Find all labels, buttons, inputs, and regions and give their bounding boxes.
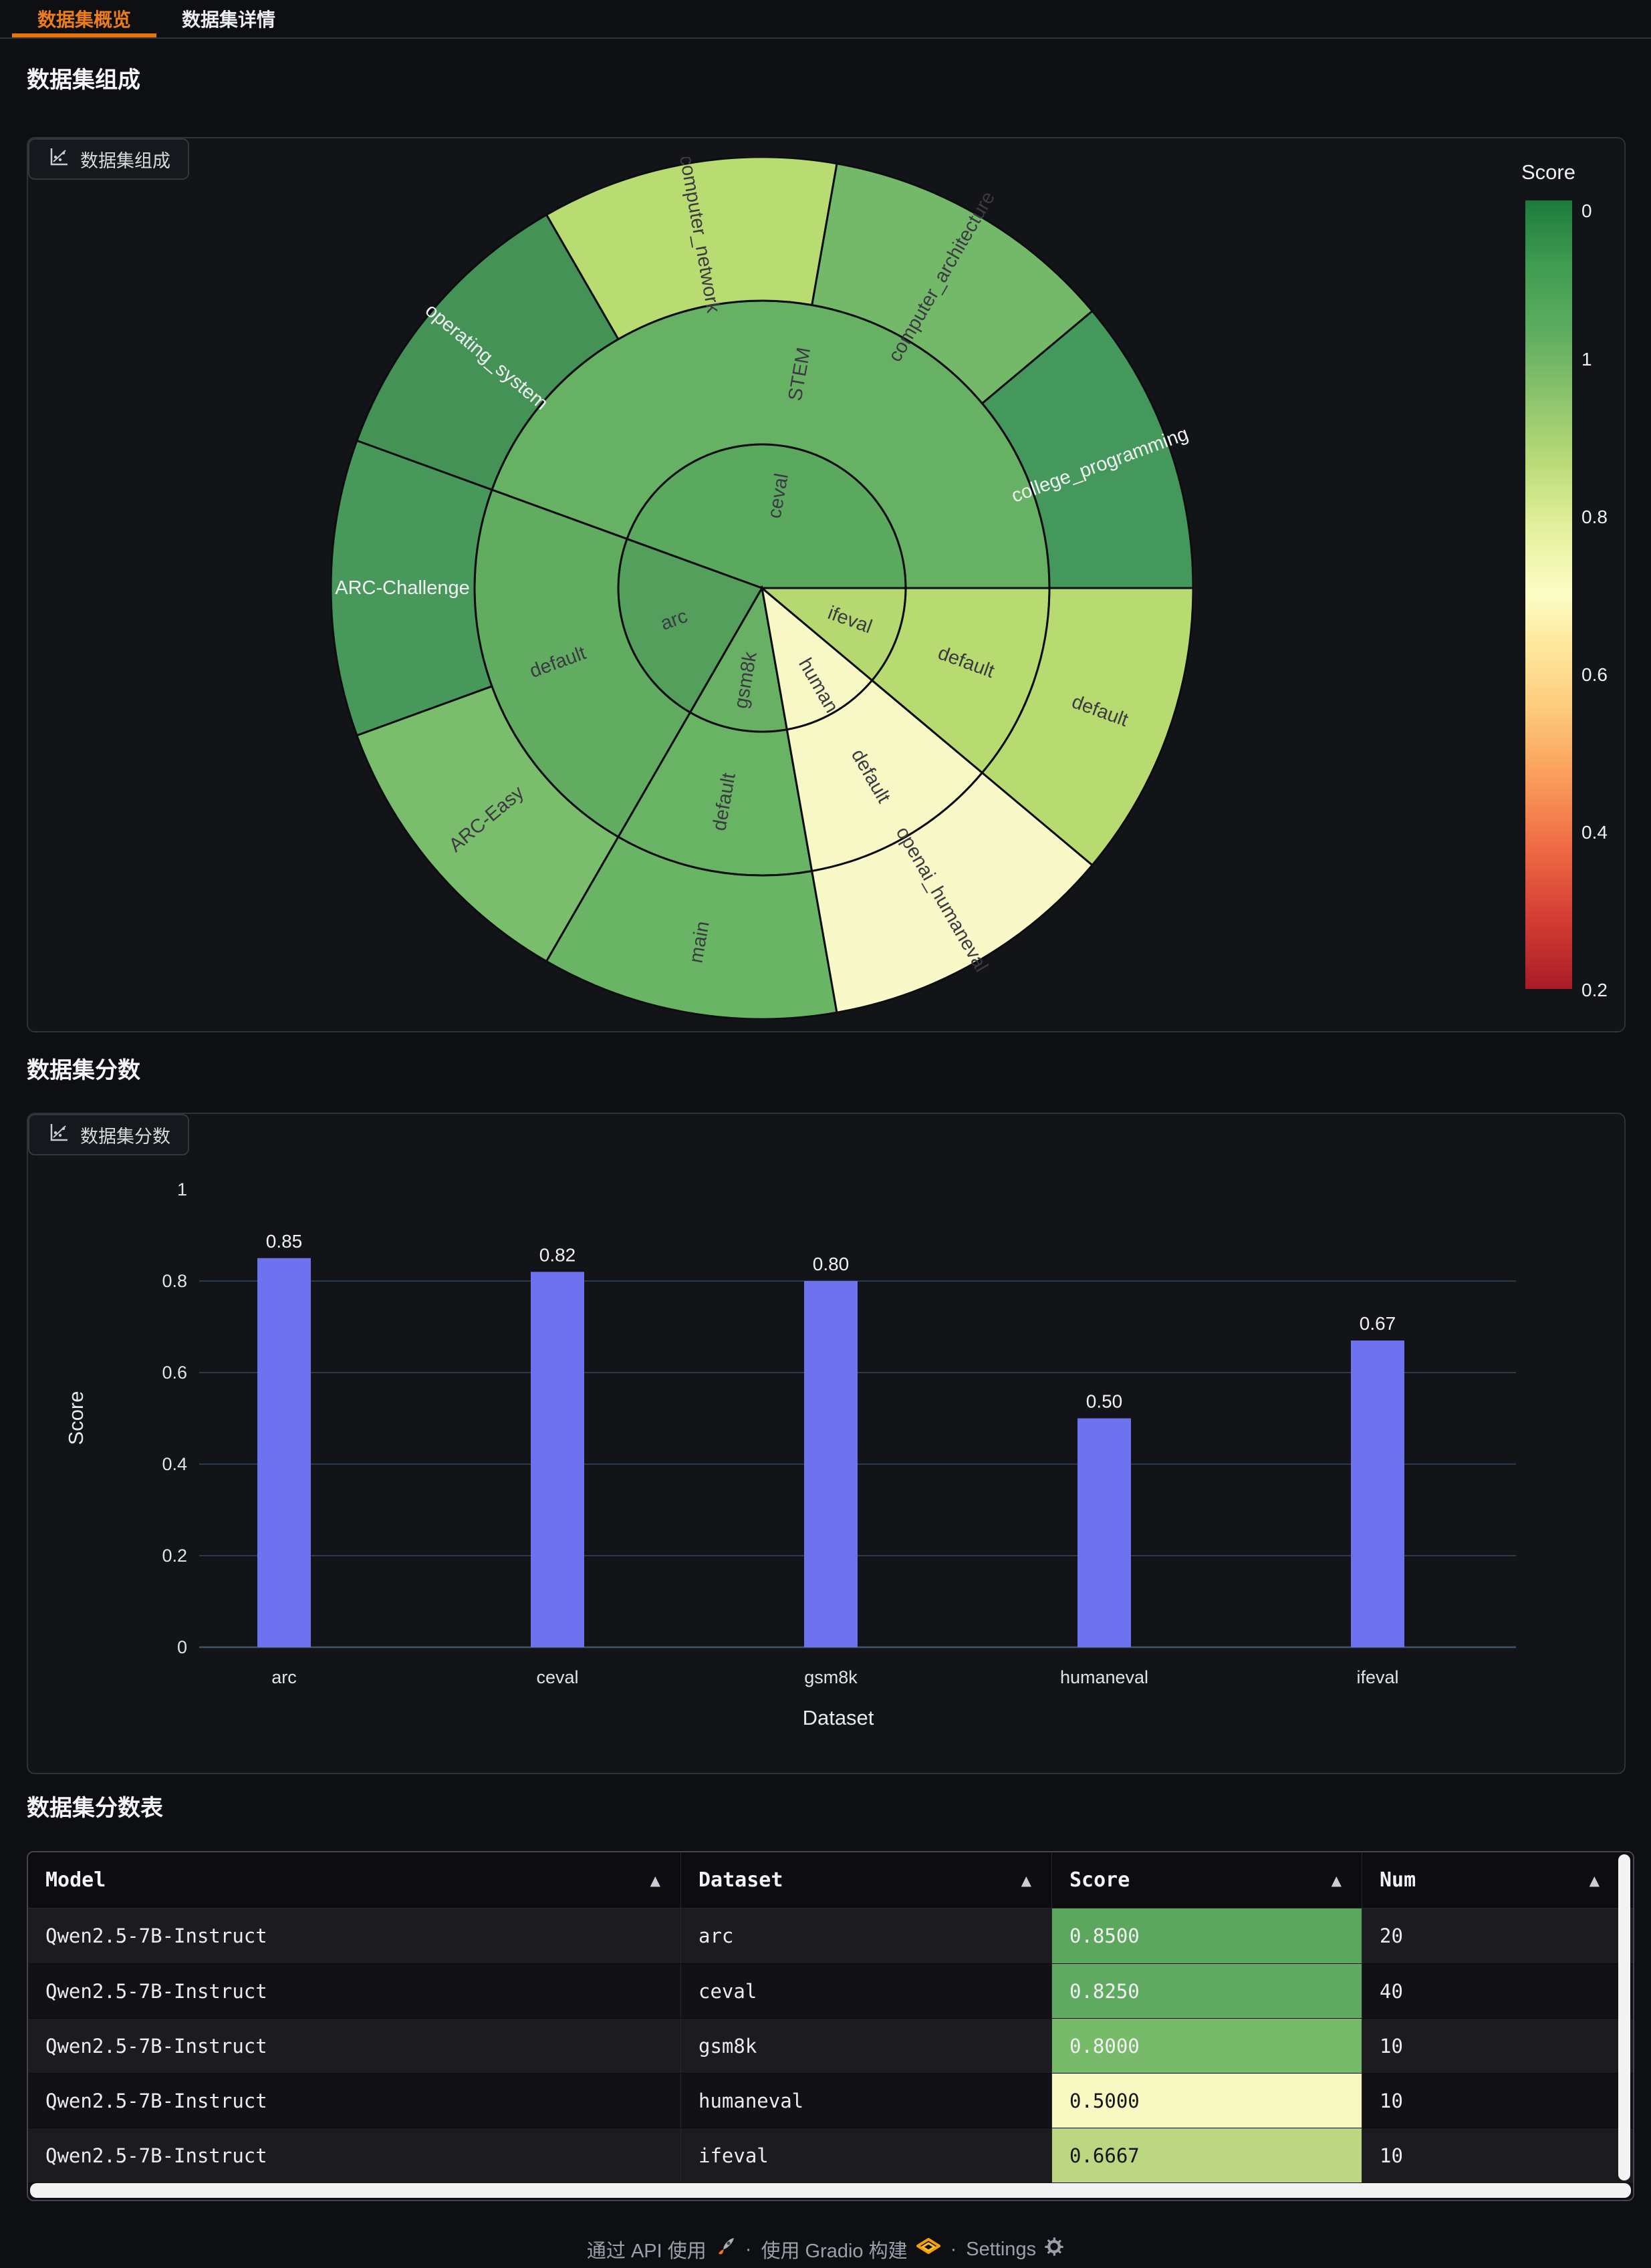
colorbar-gradient: [1525, 200, 1572, 989]
chart-icon: [47, 146, 70, 173]
bar-chart[interactable]: 0 0.2 0.4 0.6 0.8 1 Score 0.85 arc 0.82 ceval 0.80 g…: [28, 1114, 1622, 1771]
bar-ifeval[interactable]: [1351, 1340, 1404, 1647]
bar-value-label: 0.80: [813, 1254, 850, 1274]
score-table: Model ▲ Dataset ▲ Score ▲ Num ▲ Qwen2.5-…: [27, 1851, 1634, 2201]
cell-dataset: arc: [681, 1908, 1052, 1963]
cell-score: 0.8250: [1052, 1964, 1362, 2018]
colorbar-tick: 0.6: [1581, 664, 1639, 686]
cell-score: 0.5000: [1052, 2074, 1362, 2128]
use-via-api-link[interactable]: 通过 API 使用: [587, 2235, 736, 2263]
footer: 通过 API 使用 · 使用 Gradio 构建 · Settings: [0, 2231, 1651, 2268]
column-label: Dataset: [698, 1868, 783, 1892]
x-tick-label: gsm8k: [804, 1667, 858, 1687]
cell-num: 10: [1362, 2128, 1620, 2182]
column-header-dataset[interactable]: Dataset ▲: [681, 1852, 1052, 1908]
column-label: Model: [45, 1868, 106, 1892]
bar-ceval[interactable]: [531, 1272, 584, 1647]
cell-model: Qwen2.5-7B-Instruct: [28, 1964, 681, 2018]
table-row: Qwen2.5-7B-Instructifeval0.666710: [28, 2128, 1633, 2182]
vertical-scrollbar[interactable]: [1618, 1854, 1630, 2180]
x-tick-label: arc: [271, 1667, 297, 1687]
cell-score: 0.8000: [1052, 2019, 1362, 2073]
cell-dataset: humaneval: [681, 2074, 1052, 2128]
table-row: Qwen2.5-7B-Instructgsm8k0.800010: [28, 2018, 1633, 2073]
sunburst-label: ARC-Challenge: [335, 577, 470, 599]
settings-label: Settings: [966, 2239, 1036, 2261]
colorbar-tick: 0.4: [1581, 822, 1639, 843]
cell-model: Qwen2.5-7B-Instruct: [28, 2128, 681, 2182]
composition-chart-label: 数据集组成: [28, 138, 189, 180]
cell-num: 10: [1362, 2074, 1620, 2128]
use-via-api-label: 通过 API 使用: [587, 2235, 707, 2263]
colorbar-tick: 1: [1581, 349, 1639, 370]
sort-icon[interactable]: ▲: [1590, 1872, 1600, 1888]
table-row: Qwen2.5-7B-Instructceval0.825040: [28, 1963, 1633, 2018]
horizontal-scrollbar[interactable]: [30, 2183, 1631, 2198]
cell-model: Qwen2.5-7B-Instruct: [28, 2019, 681, 2073]
bar-gsm8k[interactable]: [804, 1281, 858, 1647]
bar-humaneval[interactable]: [1077, 1419, 1131, 1648]
footer-separator: ·: [950, 2239, 957, 2261]
y-axis-title: Score: [64, 1391, 88, 1445]
colorbar-tick: 0.8: [1581, 507, 1639, 528]
column-label: Num: [1380, 1868, 1416, 1892]
cell-dataset: ceval: [681, 1964, 1052, 2018]
y-tick-label: 0.2: [162, 1546, 187, 1566]
rocket-icon: [715, 2236, 736, 2263]
table-body: Qwen2.5-7B-Instructarc0.850020Qwen2.5-7B…: [28, 1908, 1633, 2182]
tab-dataset-detail[interactable]: 数据集详情: [156, 0, 301, 37]
y-tick-label: 0: [177, 1637, 187, 1657]
table-row: Qwen2.5-7B-Instructhumaneval0.500010: [28, 2073, 1633, 2128]
column-label: Score: [1069, 1868, 1130, 1892]
column-header-num[interactable]: Num ▲: [1362, 1852, 1620, 1908]
bar-value-label: 0.50: [1086, 1391, 1123, 1412]
colorbar-tick: 0.2: [1581, 980, 1639, 1001]
gear-icon: [1044, 2237, 1064, 2262]
cell-num: 40: [1362, 1964, 1620, 2018]
colorbar-tick: 0: [1581, 200, 1639, 222]
y-tick-label: 0.4: [162, 1454, 187, 1474]
cell-dataset: gsm8k: [681, 2019, 1052, 2073]
cell-num: 10: [1362, 2019, 1620, 2073]
sort-icon[interactable]: ▲: [1331, 1872, 1342, 1888]
settings-link[interactable]: Settings: [966, 2237, 1064, 2262]
y-tick-label: 1: [177, 1179, 187, 1199]
bar-arc[interactable]: [257, 1258, 311, 1647]
scores-heading: 数据集分数: [27, 1052, 140, 1085]
composition-chart-label-text: 数据集组成: [80, 146, 170, 172]
bar-value-label: 0.85: [266, 1231, 303, 1252]
composition-heading: 数据集组成: [27, 61, 140, 94]
tab-dataset-overview[interactable]: 数据集概览: [12, 0, 156, 37]
y-tick-label: 0.6: [162, 1363, 187, 1383]
built-with-gradio-label: 使用 Gradio 构建: [761, 2235, 907, 2263]
column-header-score[interactable]: Score ▲: [1052, 1852, 1362, 1908]
x-axis-title: Dataset: [803, 1706, 874, 1729]
x-tick-label: humaneval: [1060, 1667, 1148, 1687]
footer-separator: ·: [745, 2239, 752, 2261]
score-table-heading: 数据集分数表: [27, 1790, 163, 1822]
cell-dataset: ifeval: [681, 2128, 1052, 2182]
colorbar: 1 0.8 0.6 0.4 0.2 0: [1525, 200, 1639, 989]
cell-model: Qwen2.5-7B-Instruct: [28, 1908, 681, 1963]
gradio-logo-icon: [916, 2238, 941, 2261]
x-tick-label: ifeval: [1356, 1667, 1398, 1687]
cell-num: 20: [1362, 1908, 1620, 1963]
sort-icon[interactable]: ▲: [1021, 1872, 1031, 1888]
built-with-gradio-link[interactable]: 使用 Gradio 构建: [761, 2235, 940, 2263]
table-row: Qwen2.5-7B-Instructarc0.850020: [28, 1908, 1633, 1963]
cell-score: 0.6667: [1052, 2128, 1362, 2182]
tab-bar: 数据集概览 数据集详情: [0, 0, 1651, 39]
table-header-row: Model ▲ Dataset ▲ Score ▲ Num ▲: [28, 1852, 1633, 1908]
y-tick-label: 0.8: [162, 1271, 187, 1291]
cell-score: 0.8500: [1052, 1908, 1362, 1963]
bar-value-label: 0.82: [539, 1244, 576, 1265]
x-tick-label: ceval: [536, 1667, 578, 1687]
column-header-model[interactable]: Model ▲: [28, 1852, 681, 1908]
bar-value-label: 0.67: [1360, 1313, 1396, 1334]
colorbar-title: Score: [1521, 160, 1602, 184]
cell-model: Qwen2.5-7B-Instruct: [28, 2074, 681, 2128]
sort-icon[interactable]: ▲: [650, 1872, 660, 1888]
sunburst-chart[interactable]: cevalarcgsm8khumanevalifevalSTEMdefaultd…: [331, 157, 1193, 1019]
